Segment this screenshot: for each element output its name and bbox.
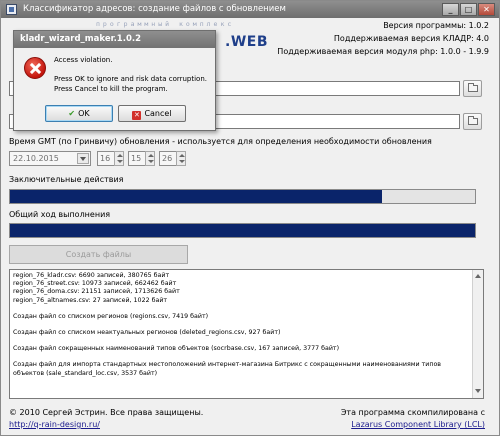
source-browse-button[interactable]	[463, 80, 482, 97]
spin-down-icon[interactable]	[179, 160, 185, 163]
spin-up-icon[interactable]	[117, 154, 123, 157]
site-link[interactable]: http://q-rain-design.ru/	[9, 419, 203, 431]
hour-field[interactable]: 16	[97, 151, 115, 166]
cancel-button[interactable]: ✕ Cancel	[118, 105, 186, 122]
gmt-label: Время GMT (по Гринвичу) обновления - исп…	[9, 137, 432, 146]
dialog-title: kladr_wizard_maker.1.0.2	[20, 34, 141, 44]
minimize-button[interactable]: _	[442, 3, 459, 16]
lcl-link[interactable]: Lazarus Component Library (LCL)	[341, 419, 485, 431]
checkmark-icon: ✔	[68, 109, 76, 118]
maximize-button[interactable]: □	[460, 3, 477, 16]
overall-progress-fill	[10, 224, 475, 237]
minute-field[interactable]: 15	[128, 151, 146, 166]
log-scrollbar[interactable]	[472, 270, 483, 398]
kladr-version: Поддерживаемая версия КЛАДР: 4.0	[333, 34, 489, 43]
chevron-down-icon[interactable]	[77, 153, 89, 164]
app-icon	[6, 4, 17, 15]
title-bar[interactable]: Классификатор адресов: создание файлов с…	[1, 1, 499, 18]
log-line: Создан файл сокращенных наименований тип…	[13, 345, 340, 353]
close-button[interactable]: ✕	[478, 3, 495, 16]
spin-down-icon[interactable]	[148, 160, 154, 163]
log-line: region_76_doma.csv: 21151 записей, 17136…	[13, 288, 180, 296]
log-line: region_76_kladr.csv: 6690 записей, 38076…	[13, 272, 170, 279]
log-line: Создан файл для импорта стандартных мест…	[13, 361, 442, 377]
overall-progress	[9, 223, 476, 238]
error-icon	[24, 57, 46, 79]
cancel-label: Cancel	[144, 109, 172, 118]
date-value: 22.10.2015	[13, 154, 59, 163]
log-gap	[13, 305, 467, 313]
folder-icon	[468, 116, 478, 125]
error-dialog: kladr_wizard_maker.1.0.2 Access violatio…	[13, 30, 216, 131]
second-spinner[interactable]	[176, 151, 186, 166]
window-title: Классификатор адресов: создание файлов с…	[23, 4, 286, 14]
dialog-message: Access violation. Press OK to ignore and…	[54, 56, 207, 94]
main-window: Классификатор адресов: создание файлов с…	[0, 0, 500, 436]
final-actions-progress-fill	[10, 190, 382, 203]
overall-progress-label: Общий ход выполнения	[9, 210, 111, 219]
dialog-message-line: Press OK to ignore and risk data corrupt…	[54, 75, 208, 83]
brand-logo: .WEB	[225, 34, 268, 50]
copyright-text: © 2010 Сергей Эстрин. Все права защищены…	[9, 408, 204, 417]
final-actions-progress	[9, 189, 476, 204]
date-picker[interactable]: 22.10.2015	[9, 151, 91, 166]
second-field[interactable]: 26	[159, 151, 177, 166]
final-actions-label: Заключительные действия	[9, 175, 124, 184]
dialog-message-line: Access violation.	[54, 56, 113, 64]
folder-icon	[468, 83, 478, 92]
log-text: region_76_kladr.csv: 6690 записей, 38076…	[13, 272, 467, 378]
spin-up-icon[interactable]	[148, 154, 154, 157]
minute-spinner[interactable]	[145, 151, 155, 166]
log-line: Создан файл со списком регионов (regions…	[13, 312, 209, 320]
ok-button[interactable]: ✔ OK	[45, 105, 113, 122]
php-module-version: Поддерживаемая версия модуля php: 1.0.0 …	[277, 47, 489, 56]
compiled-text: Эта программа скомпилирована с	[340, 408, 485, 417]
program-version: Версия программы: 1.0.2	[383, 21, 489, 30]
footer-left: © 2010 Сергей Эстрин. Все права защищены…	[9, 407, 203, 431]
spin-down-icon[interactable]	[117, 160, 123, 163]
ok-label: OK	[78, 109, 90, 118]
spin-up-icon[interactable]	[179, 154, 185, 157]
dialog-message-line: Press Cancel to kill the program.	[54, 84, 168, 93]
hour-spinner[interactable]	[114, 151, 124, 166]
output-browse-button[interactable]	[463, 113, 482, 130]
dialog-title-bar[interactable]: kladr_wizard_maker.1.0.2	[14, 31, 215, 48]
cancel-x-icon: ✕	[132, 111, 142, 120]
version-info: Версия программы: 1.0.2 Поддерживаемая в…	[277, 19, 489, 58]
scroll-up-icon[interactable]	[474, 272, 483, 281]
create-files-button[interactable]: Создать файлы	[9, 245, 188, 264]
scroll-down-icon[interactable]	[474, 387, 483, 396]
footer-right: Эта программа скомпилирована с Lazarus C…	[341, 407, 485, 431]
log-line: Создан файл со списком неактуальных реги…	[13, 329, 281, 337]
log-gap	[13, 321, 467, 329]
log-line: region_76_altnames.csv: 27 записей, 1022…	[13, 296, 168, 304]
log-output[interactable]: region_76_kladr.csv: 6690 записей, 38076…	[9, 269, 484, 399]
brand-watermark: программный комплекс	[96, 20, 235, 28]
